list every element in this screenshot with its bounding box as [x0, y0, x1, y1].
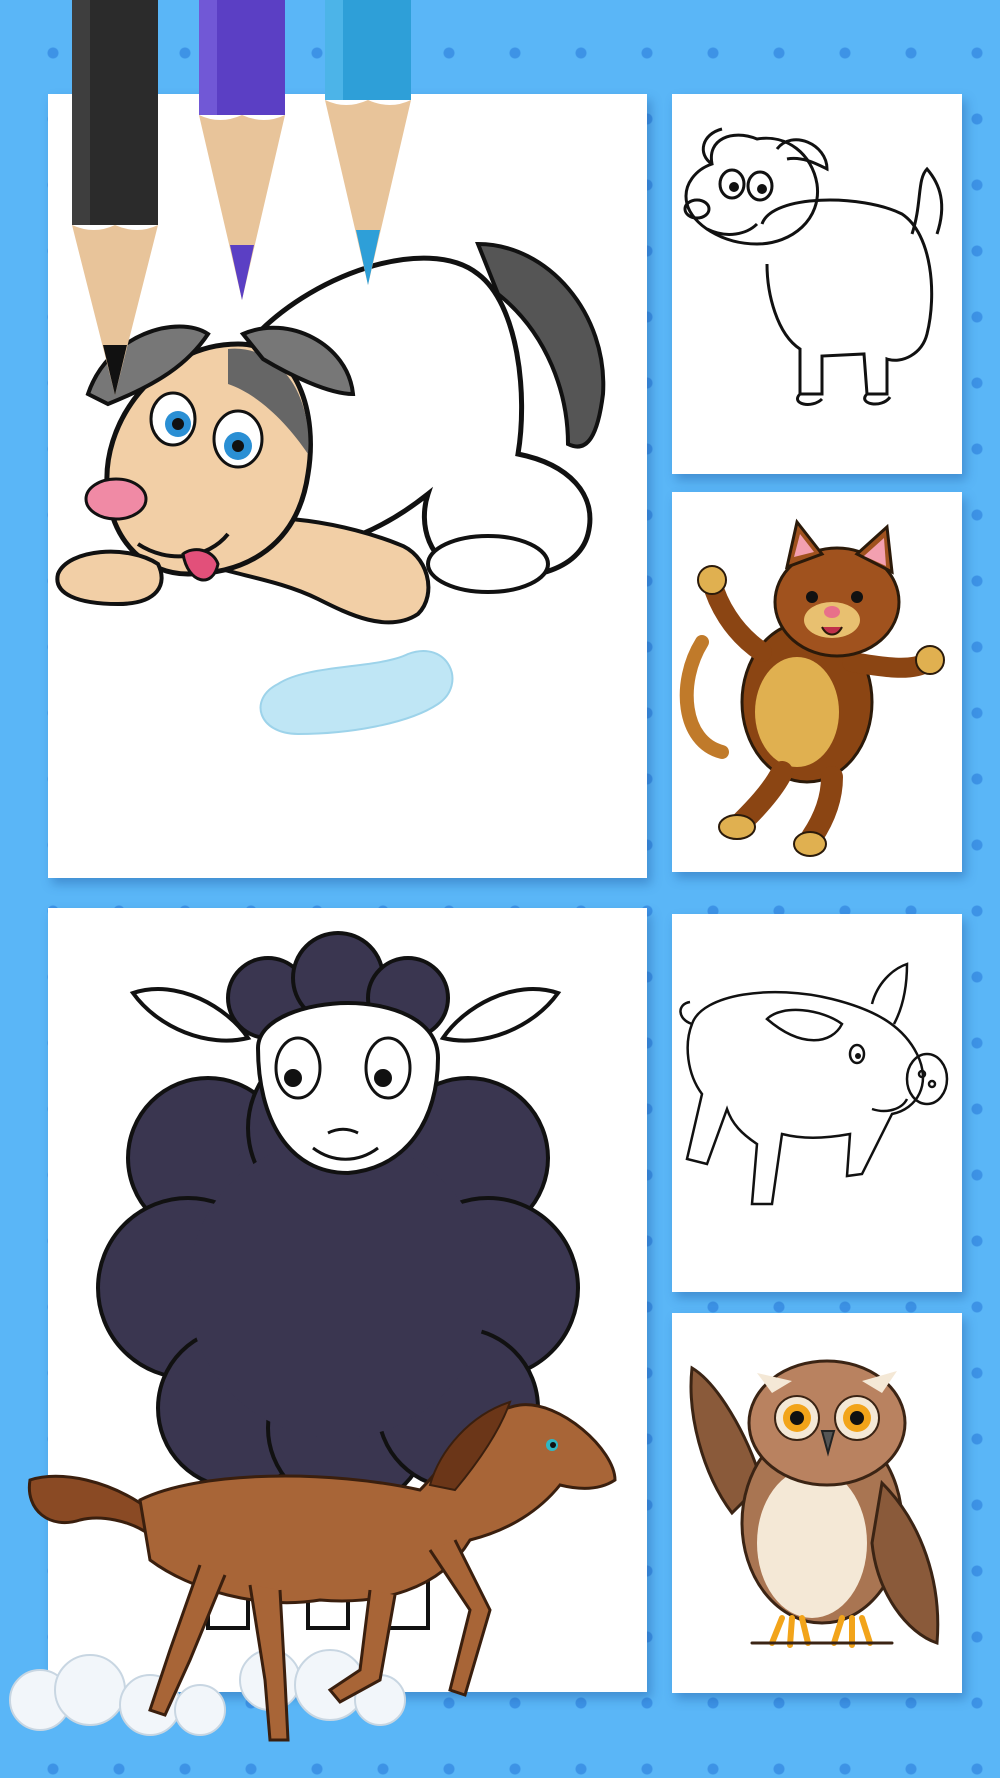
coloring-card-cat-colored[interactable]: [672, 492, 962, 872]
owl-illustration: [689, 1359, 940, 1648]
coloring-card-pig-outline[interactable]: [672, 914, 962, 1292]
coloring-card-dog-colored[interactable]: [48, 94, 647, 878]
coloring-card-dog-outline[interactable]: [672, 94, 962, 474]
coloring-card-sheep-colored[interactable]: [48, 908, 647, 1692]
coloring-card-owl-colored[interactable]: [672, 1313, 962, 1693]
cat-illustration: [679, 518, 945, 857]
sheep-illustration: [96, 931, 580, 1630]
dog-illustration: [55, 241, 606, 736]
coloring-app-preview: { "screen": { "background_color": "#5ab6…: [0, 0, 1000, 1778]
dog-outline-illustration: [683, 127, 944, 406]
pig-outline-illustration: [679, 962, 949, 1206]
